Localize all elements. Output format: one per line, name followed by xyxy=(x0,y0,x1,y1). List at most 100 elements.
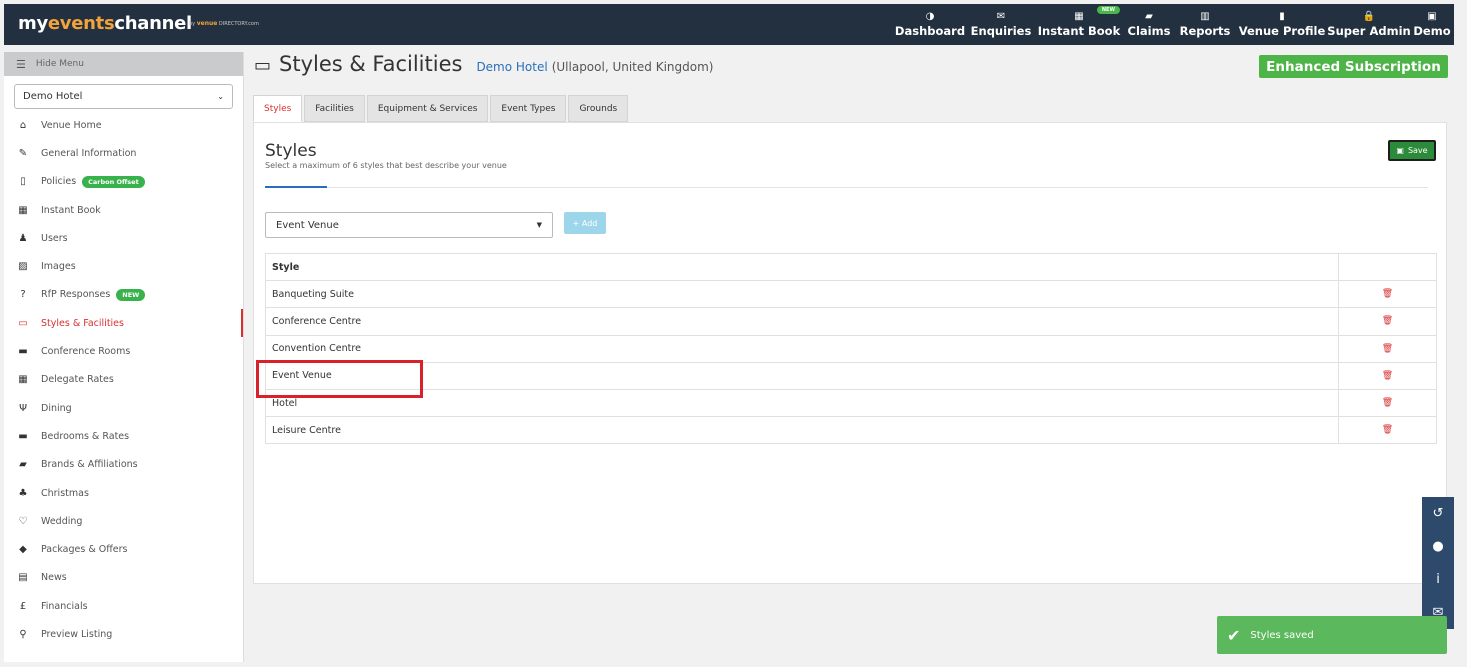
sidebar-item-rfp-responses[interactable]: ? RfP Responses NEW xyxy=(4,281,243,309)
calendar-icon: ▦ xyxy=(1074,11,1084,22)
badge: NEW xyxy=(116,288,146,301)
calculator-icon: ▦ xyxy=(18,374,28,386)
tab-equipment-services[interactable]: Equipment & Services xyxy=(366,95,489,122)
book-icon: ▰ xyxy=(19,459,27,471)
sidebar-item-instant-book[interactable]: ▦ Instant Book xyxy=(4,196,243,224)
trash-icon[interactable]: 🗑 xyxy=(1382,344,1393,354)
edit-icon: ✎ xyxy=(18,147,28,159)
subscription-badge[interactable]: Enhanced Subscription xyxy=(1259,55,1448,78)
new-badge: NEW xyxy=(1096,6,1120,14)
save-button[interactable]: ▣ Save xyxy=(1388,140,1436,161)
tab-grounds[interactable]: Grounds xyxy=(568,95,629,122)
user-icon: ♟ xyxy=(18,232,28,244)
nav-claims[interactable]: ▰ Claims xyxy=(1124,4,1174,45)
sidebar-item-images[interactable]: ▨ Images xyxy=(4,252,243,280)
style-select[interactable]: Event Venue ▼ xyxy=(265,212,553,238)
trash-icon[interactable]: 🗑 xyxy=(1382,289,1393,299)
dashboard-icon: ◑ xyxy=(925,11,935,22)
envelope-icon: ✉ xyxy=(996,11,1006,22)
toast-notification: ✔ Styles saved xyxy=(1217,616,1447,654)
add-button[interactable]: + Add xyxy=(564,212,606,234)
badge: Carbon Offset xyxy=(82,175,145,188)
hide-menu-button[interactable]: ☰ Hide Menu xyxy=(4,52,243,76)
brand-logo[interactable]: myeventschannel xyxy=(18,13,192,34)
tab-styles[interactable]: Styles xyxy=(253,95,303,122)
sidebar-item-users[interactable]: ♟ Users xyxy=(4,224,243,252)
tab-facilities[interactable]: Facilities xyxy=(304,95,365,122)
chat-icon[interactable]: ● xyxy=(1432,539,1443,554)
sidebar-item-label: Venue Home xyxy=(41,119,102,131)
save-icon: ▣ xyxy=(1396,146,1404,155)
sidebar-item-conference-rooms[interactable]: ▬ Conference Rooms xyxy=(4,337,243,365)
sidebar-item-wedding[interactable]: ♡ Wedding xyxy=(4,507,243,535)
sidebar-item-label: Financials xyxy=(41,600,88,612)
style-name: Event Venue xyxy=(265,361,1339,390)
sidebar-item-label: Brands & Affiliations xyxy=(41,459,138,471)
sidebar-item-policies[interactable]: ▯ Policies Carbon Offset xyxy=(4,168,243,196)
nav-reports[interactable]: ▥ Reports xyxy=(1174,4,1236,45)
tab-event-types[interactable]: Event Types xyxy=(490,95,567,122)
nav-demo[interactable]: ▣ Demo xyxy=(1410,4,1454,45)
trash-icon[interactable]: 🗑 xyxy=(1382,316,1393,326)
table-row: Convention Centre 🗑 xyxy=(265,334,1437,363)
sidebar-item-brands-affiliations[interactable]: ▰ Brands & Affiliations xyxy=(4,451,243,479)
hotel-link[interactable]: Demo Hotel xyxy=(476,60,547,74)
sidebar-item-label: Instant Book xyxy=(41,204,101,216)
trash-icon[interactable]: 🗑 xyxy=(1382,425,1393,435)
nav-enquiries[interactable]: ✉ Enquiries xyxy=(968,4,1034,45)
sidebar-item-general-information[interactable]: ✎ General Information xyxy=(4,139,243,167)
sidebar-item-financials[interactable]: £ Financials xyxy=(4,592,243,620)
sidebar-item-label: Packages & Offers xyxy=(41,544,128,556)
floating-toolbar: ↺ ● i ✉ xyxy=(1422,497,1454,629)
sidebar-item-styles-facilities[interactable]: ▭ Styles & Facilities xyxy=(4,309,243,338)
style-name: Banqueting Suite xyxy=(265,280,1339,309)
style-name: Hotel xyxy=(265,388,1339,418)
sidebar-item-label: Policies xyxy=(41,176,77,188)
table-header-actions xyxy=(1338,252,1437,282)
sidebar-item-preview-listing[interactable]: ⚲ Preview Listing xyxy=(4,620,243,648)
sidebar-item-dining[interactable]: Ψ Dining xyxy=(4,394,243,422)
section-subtitle: Select a maximum of 6 styles that best d… xyxy=(265,161,507,170)
caret-down-icon: ▼ xyxy=(536,221,542,229)
brand-sub-logo: by venue DIRECTORY.com xyxy=(189,20,259,27)
check-icon: ✔ xyxy=(1227,625,1241,645)
sidebar-item-label: News xyxy=(41,572,67,584)
nav-dashboard[interactable]: ◑ Dashboard xyxy=(892,4,968,45)
venue-select[interactable]: Demo Hotel ⌄ xyxy=(14,84,233,109)
pound-icon: £ xyxy=(19,600,27,612)
monitor-icon: ▭ xyxy=(18,317,28,329)
styles-panel: Styles Select a maximum of 6 styles that… xyxy=(253,122,1447,584)
sidebar-item-label: Bedrooms & Rates xyxy=(41,430,130,442)
table-row: Conference Centre 🗑 xyxy=(265,307,1437,336)
nav-venue-profile[interactable]: ▮ Venue Profile xyxy=(1236,4,1328,45)
tab-bar: Styles Facilities Equipment & Services Even… xyxy=(253,95,630,122)
tree-icon: ♣ xyxy=(18,487,28,499)
sidebar-item-bedrooms-rates[interactable]: ▬ Bedrooms & Rates xyxy=(4,422,243,450)
divider-accent xyxy=(265,186,327,188)
trash-icon[interactable]: 🗑 xyxy=(1382,398,1393,408)
history-icon[interactable]: ↺ xyxy=(1433,506,1444,521)
style-name: Leisure Centre xyxy=(265,416,1339,445)
nav-instant-book[interactable]: ▦ Instant Book NEW xyxy=(1034,4,1124,45)
tag-icon: ◆ xyxy=(19,544,27,556)
bed-icon: ▬ xyxy=(18,430,28,442)
sidebar-item-delegate-rates[interactable]: ▦ Delegate Rates xyxy=(4,366,243,394)
trash-icon[interactable]: 🗑 xyxy=(1382,371,1393,381)
top-navbar: myeventschannel by venue DIRECTORY.com ◑… xyxy=(4,4,1454,45)
cutlery-icon: Ψ xyxy=(19,402,27,414)
info-icon[interactable]: i xyxy=(1436,572,1440,587)
menu-icon: ☰ xyxy=(16,57,26,71)
sidebar-item-news[interactable]: ▤ News xyxy=(4,564,243,592)
sidebar-item-label: RfP Responses xyxy=(41,289,111,301)
sidebar-item-label: General Information xyxy=(41,147,137,159)
sidebar-item-label: Users xyxy=(41,232,68,244)
sidebar-item-christmas[interactable]: ♣ Christmas xyxy=(4,479,243,507)
styles-table: Style Banqueting Suite 🗑 Conference Centre… xyxy=(265,252,1437,445)
style-name: Convention Centre xyxy=(265,334,1339,363)
style-name: Conference Centre xyxy=(265,307,1339,336)
sidebar-item-packages-offers[interactable]: ◆ Packages & Offers xyxy=(4,535,243,563)
nav-super-admin[interactable]: 🔒 Super Admin xyxy=(1327,4,1410,45)
sidebar-item-venue-home[interactable]: ⌂ Venue Home xyxy=(4,111,243,139)
sidebar-item-label: Images xyxy=(41,261,76,273)
bar-chart-icon: ▥ xyxy=(1200,11,1210,22)
